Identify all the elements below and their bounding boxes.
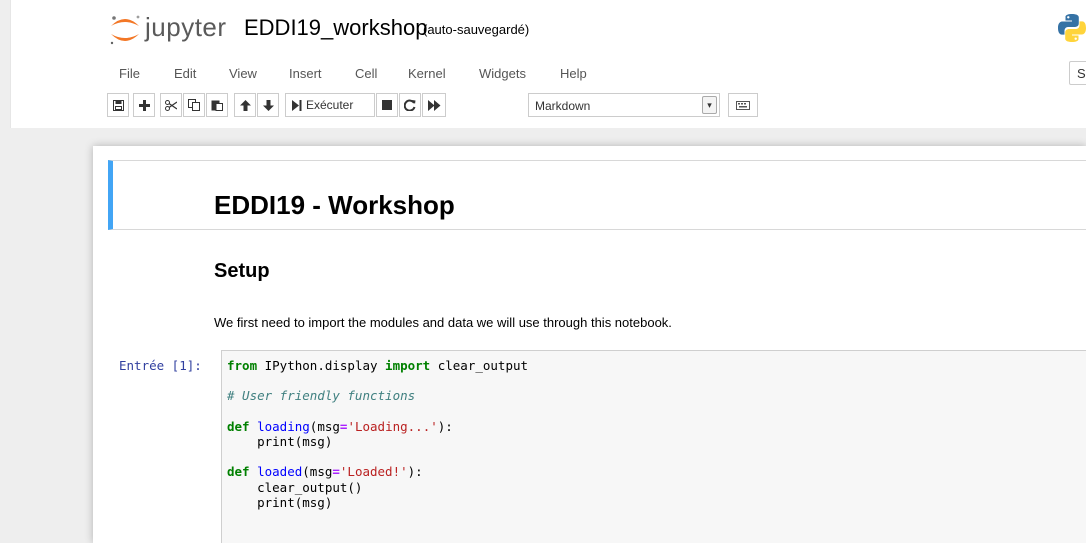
code-content: from IPython.display import clear_output… [227, 358, 1086, 510]
code-line-8: def loaded(msg='Loaded!'): [227, 464, 423, 480]
command-palette-button[interactable] [728, 93, 758, 117]
notebook-name[interactable]: EDDI19_workshop [244, 15, 427, 41]
menu-widgets[interactable]: Widgets [479, 66, 526, 81]
menu-insert[interactable]: Insert [289, 66, 322, 81]
stop-icon [382, 100, 392, 110]
toolbar: Exécuter Markdown ▾ [11, 92, 1086, 120]
code-cell-editor[interactable]: from IPython.display import clear_output… [221, 350, 1086, 543]
trusted-indicator[interactable]: Sa [1069, 61, 1086, 85]
move-down-button[interactable] [257, 93, 279, 117]
input-prompt: Entrée [1]: [119, 358, 202, 373]
run-button[interactable]: Exécuter [285, 93, 375, 117]
menu-edit[interactable]: Edit [174, 66, 196, 81]
cut-icon [165, 99, 177, 111]
jupyter-wordmark[interactable]: jupyter [145, 12, 227, 43]
paste-icon [211, 100, 223, 111]
cut-button[interactable] [160, 93, 182, 117]
cell-type-value: Markdown [535, 99, 591, 113]
fast-forward-icon [427, 99, 440, 111]
code-line-6: print(msg) [227, 434, 333, 450]
menu-cell[interactable]: Cell [355, 66, 377, 81]
python-logo-icon [1058, 14, 1086, 42]
chevron-down-icon: ▾ [702, 96, 717, 114]
copy-icon [188, 99, 200, 111]
code-line-9: clear_output() [227, 479, 363, 495]
save-icon [112, 99, 124, 111]
code-line-3: # User friendly functions [227, 388, 416, 404]
interrupt-button[interactable] [376, 93, 398, 117]
notebook-header: jupyter EDDI19_workshop (auto-sauvegardé… [10, 0, 1086, 128]
code-line-10: print(msg) [227, 494, 333, 510]
autosave-status: (auto-sauvegardé) [423, 22, 530, 37]
intro-paragraph: We first need to import the modules and … [214, 315, 672, 330]
notebook-page: EDDI19 - Workshop Setup We first need to… [93, 146, 1086, 543]
run-icon [292, 99, 302, 111]
menu-bar: File Edit View Insert Cell Kernel Widget… [11, 58, 1086, 88]
notebook-title-heading: EDDI19 - Workshop [214, 190, 455, 220]
cell-type-select[interactable]: Markdown ▾ [528, 93, 720, 117]
setup-heading: Setup [214, 260, 270, 282]
code-line-5: def loading(msg='Loading...'): [227, 418, 453, 434]
menu-kernel[interactable]: Kernel [408, 66, 446, 81]
arrow-up-icon [239, 99, 251, 111]
copy-button[interactable] [183, 93, 205, 117]
arrow-down-icon [262, 99, 274, 111]
restart-icon [404, 99, 416, 111]
menu-view[interactable]: View [229, 66, 257, 81]
code-line-1: from IPython.display import clear_output [227, 358, 529, 373]
move-up-button[interactable] [234, 93, 256, 117]
insert-cell-button[interactable] [133, 93, 155, 117]
plus-icon [138, 99, 150, 111]
menu-file[interactable]: File [119, 66, 140, 81]
menu-help[interactable]: Help [560, 66, 587, 81]
restart-button[interactable] [399, 93, 421, 117]
save-button[interactable] [107, 93, 129, 117]
jupyter-logo-icon[interactable] [108, 13, 142, 47]
paste-button[interactable] [206, 93, 228, 117]
run-button-label: Exécuter [306, 98, 354, 112]
keyboard-icon [736, 100, 750, 110]
run-all-button[interactable] [422, 93, 446, 117]
